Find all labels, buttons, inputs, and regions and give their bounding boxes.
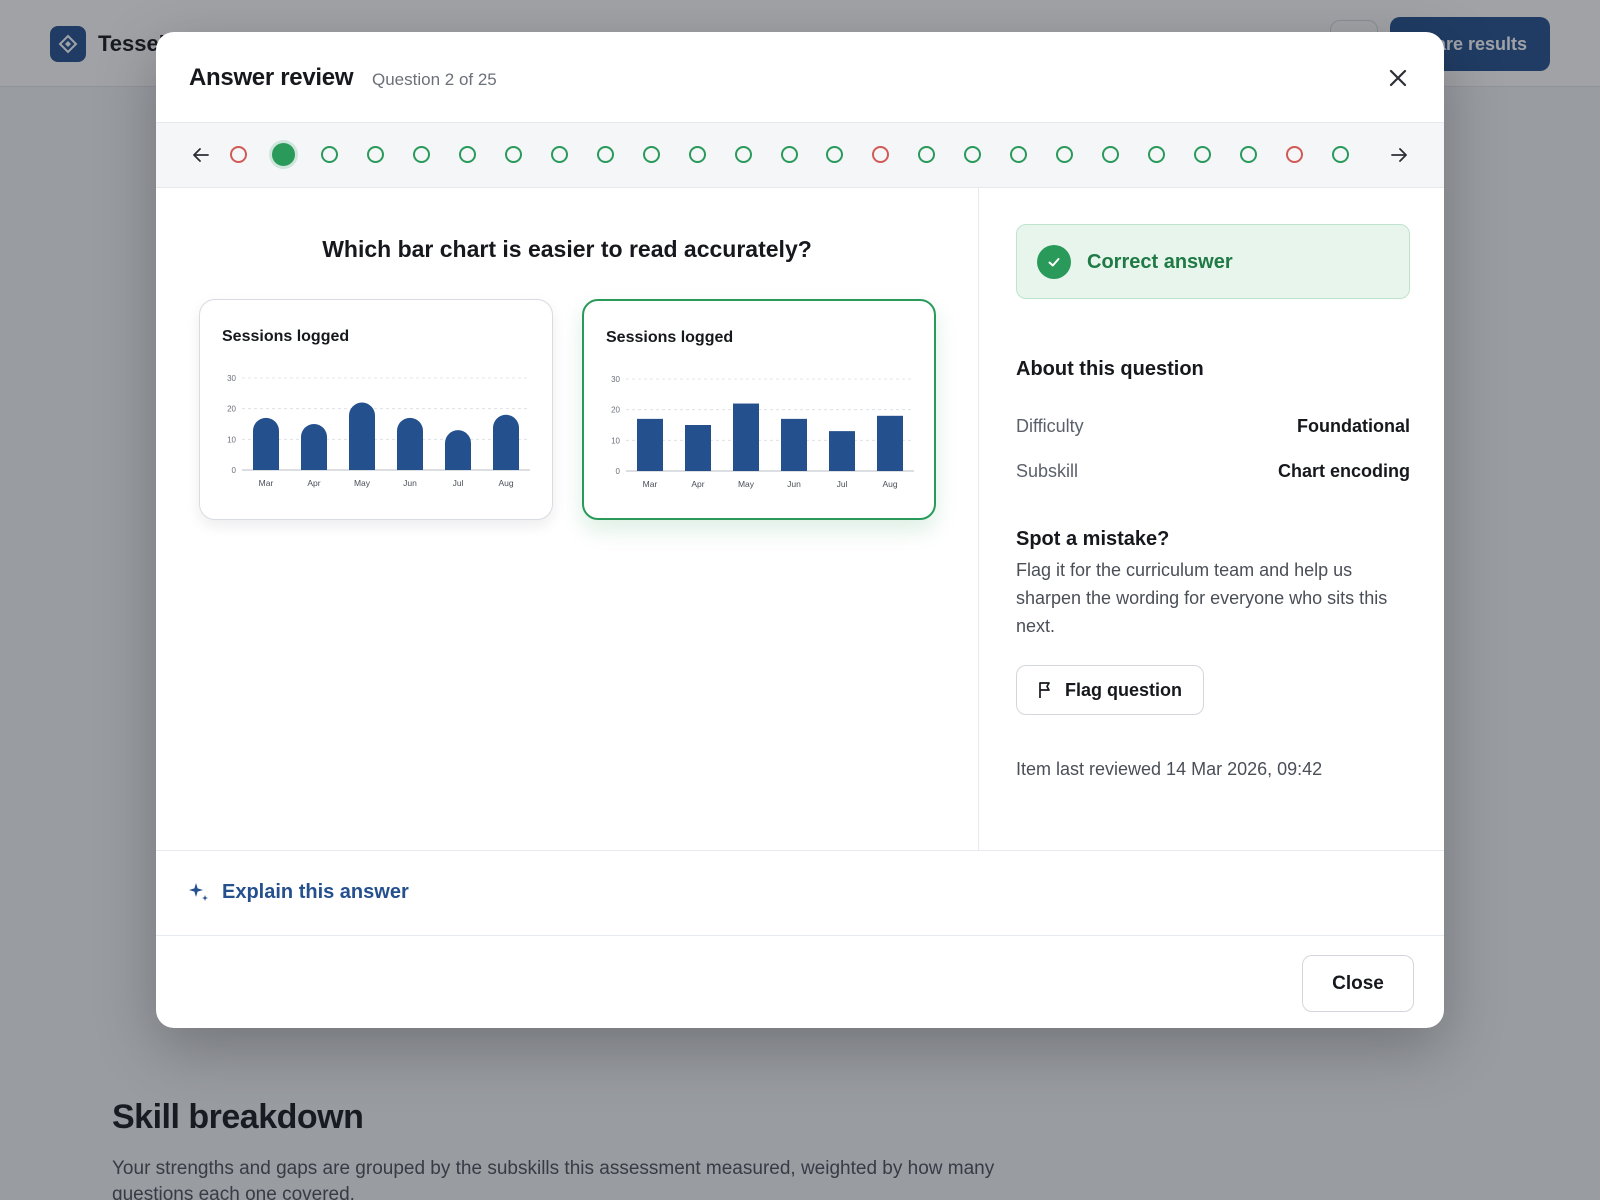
- bar-may: [733, 403, 759, 471]
- sparkle-icon: [189, 882, 208, 901]
- x-tick-label: Apr: [307, 478, 320, 488]
- bar-jul: [829, 431, 855, 471]
- flag-icon: [1039, 682, 1050, 698]
- question-dot-25[interactable]: [1331, 146, 1349, 163]
- question-dot-5[interactable]: [413, 146, 431, 163]
- question-dot-23[interactable]: [1239, 146, 1257, 163]
- x-tick-label: Mar: [259, 478, 274, 488]
- y-tick-label: 10: [227, 435, 236, 444]
- modal-header: Answer review Question 2 of 25: [156, 32, 1444, 123]
- arrow-right-icon: [1391, 148, 1407, 162]
- x-tick-label: May: [738, 479, 755, 489]
- question-dot-10[interactable]: [642, 146, 660, 163]
- x-tick-label: Jul: [453, 478, 464, 488]
- question-dot-8[interactable]: [550, 146, 568, 163]
- question-dot-18[interactable]: [1010, 146, 1028, 163]
- bar-mar: [253, 417, 279, 470]
- x-tick-label: Jun: [403, 478, 417, 488]
- explain-answer-label: Explain this answer: [222, 881, 409, 903]
- modal-title: Answer review: [189, 64, 354, 91]
- subskill-value: Chart encoding: [1277, 461, 1410, 481]
- question-dot-9[interactable]: [596, 146, 614, 163]
- correct-answer-banner: Correct answer: [1016, 224, 1410, 299]
- flag-question-label: Flag question: [1065, 679, 1182, 700]
- close-modal-button[interactable]: [1386, 66, 1410, 90]
- bar-aug: [877, 415, 903, 471]
- subskill-label: Subskill: [1016, 461, 1079, 481]
- question-dot-24[interactable]: [1285, 146, 1303, 163]
- difficulty-label: Difficulty: [1016, 416, 1084, 436]
- x-tick-label: Apr: [691, 479, 704, 489]
- x-tick-label: Aug: [882, 479, 897, 489]
- status-label: Correct answer: [1087, 251, 1233, 273]
- bar-apr: [685, 425, 711, 471]
- answer-option-a[interactable]: Sessions logged 0 10 20 30 Mar Apr May Jun Jul Au…: [199, 299, 553, 520]
- option-chart-title: Sessions logged: [606, 329, 734, 346]
- question-text: Which bar chart is easier to read accura…: [322, 236, 812, 262]
- question-dot-6[interactable]: [459, 146, 477, 163]
- question-dot-13[interactable]: [780, 146, 798, 163]
- answer-option-b[interactable]: Sessions logged 0 10 20 30 Mar Apr May Jun Jul Au…: [582, 299, 936, 520]
- question-navigator: [156, 123, 1444, 188]
- x-tick-label: Jul: [837, 479, 848, 489]
- close-icon: [1389, 69, 1407, 87]
- arrow-left-icon: [193, 148, 209, 162]
- difficulty-value: Foundational: [1297, 416, 1410, 436]
- mistake-description: Flag it for the curriculum team and help…: [1016, 560, 1388, 636]
- question-dot-17[interactable]: [964, 146, 982, 163]
- question-dot-15[interactable]: [872, 146, 890, 163]
- y-tick-label: 0: [616, 467, 621, 476]
- x-tick-label: Aug: [498, 478, 513, 488]
- question-dot-19[interactable]: [1056, 146, 1073, 163]
- question-dot-12[interactable]: [734, 146, 752, 163]
- previous-question-button[interactable]: [188, 142, 214, 168]
- mistake-heading: Spot a mistake?: [1016, 528, 1170, 550]
- x-tick-label: May: [354, 478, 371, 488]
- option-b-bar-chart: 0 10 20 30 Mar Apr May Jun Jul Aug: [611, 375, 914, 489]
- option-a-bar-chart: 0 10 20 30 Mar Apr May Jun Jul Aug: [227, 374, 530, 488]
- close-button[interactable]: Close: [1302, 955, 1414, 1012]
- question-dot-11[interactable]: [688, 146, 706, 163]
- check-circle-icon: [1037, 245, 1071, 279]
- last-reviewed-text: Item last reviewed 14 Mar 2026, 09:42: [1016, 759, 1323, 779]
- option-chart-title: Sessions logged: [222, 328, 350, 345]
- explain-bar: Explain this answer: [156, 850, 1444, 936]
- details-pane: Correct answer About this question Diffi…: [980, 188, 1444, 850]
- next-question-button[interactable]: [1386, 142, 1412, 168]
- question-dot-22[interactable]: [1193, 146, 1211, 163]
- question-dot-3[interactable]: [321, 146, 339, 163]
- about-heading: About this question: [1016, 358, 1204, 380]
- y-tick-label: 20: [611, 406, 620, 415]
- explain-answer-link[interactable]: Explain this answer: [188, 881, 409, 904]
- question-dot-2[interactable]: [272, 143, 296, 166]
- x-tick-label: Mar: [643, 479, 658, 489]
- question-dot-4[interactable]: [367, 146, 385, 163]
- bar-may: [349, 402, 375, 470]
- y-tick-label: 30: [227, 374, 236, 383]
- question-dot-1[interactable]: [229, 146, 247, 163]
- x-tick-label: Jun: [787, 479, 801, 489]
- question-dot-16[interactable]: [918, 146, 936, 163]
- question-dot-21[interactable]: [1147, 146, 1165, 163]
- y-tick-label: 0: [232, 466, 237, 475]
- bar-jul: [445, 430, 471, 470]
- question-pane: Which bar chart is easier to read accura…: [156, 188, 979, 850]
- question-dot-14[interactable]: [826, 146, 844, 163]
- bar-mar: [637, 418, 663, 471]
- y-tick-label: 10: [611, 436, 620, 445]
- bar-jun: [397, 417, 423, 470]
- bar-aug: [493, 414, 519, 470]
- question-counter: Question 2 of 25: [372, 70, 497, 89]
- bar-apr: [301, 424, 327, 470]
- y-tick-label: 30: [611, 375, 620, 384]
- modal-footer: Close: [156, 936, 1444, 1028]
- bar-jun: [781, 418, 807, 471]
- y-tick-label: 20: [227, 405, 236, 414]
- question-dot-20[interactable]: [1101, 146, 1119, 163]
- flag-question-button[interactable]: Flag question: [1016, 665, 1204, 715]
- answer-review-modal: Answer review Question 2 of 25 Which bar…: [156, 32, 1444, 1028]
- question-dot-7[interactable]: [505, 146, 522, 163]
